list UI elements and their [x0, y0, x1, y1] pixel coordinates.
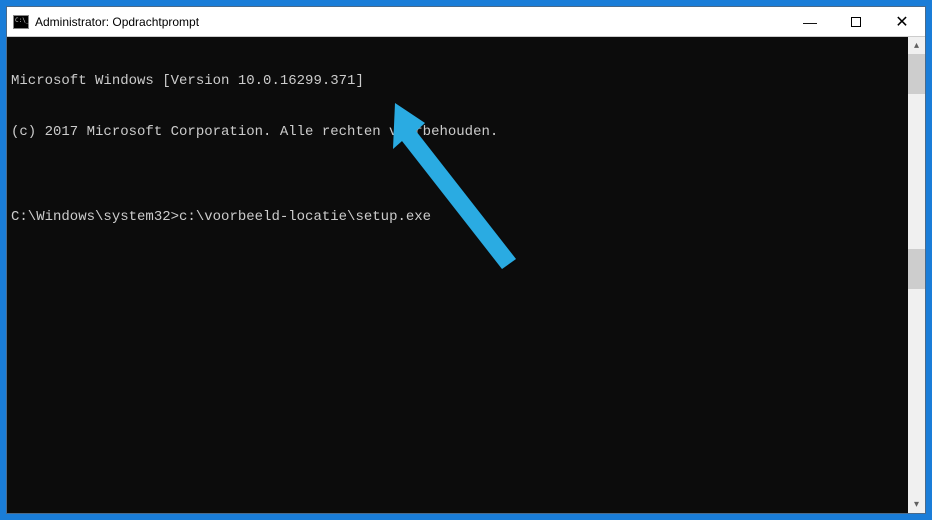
scroll-up-button[interactable]: ▴ — [908, 37, 925, 54]
copyright-line: (c) 2017 Microsoft Corporation. Alle rec… — [11, 124, 904, 141]
cmd-icon — [13, 15, 29, 29]
window-controls: — ✕ — [787, 7, 925, 36]
scrollbar-track[interactable] — [908, 54, 925, 496]
vertical-scrollbar[interactable]: ▴ ▾ — [908, 37, 925, 513]
prompt-path: C:\Windows\system32> — [11, 209, 179, 226]
scrollbar-thumb[interactable] — [908, 54, 925, 94]
console-area: Microsoft Windows [Version 10.0.16299.37… — [7, 37, 925, 513]
maximize-button[interactable] — [833, 7, 879, 36]
minimize-button[interactable]: — — [787, 7, 833, 36]
command-prompt-window: Administrator: Opdrachtprompt — ✕ Micros… — [6, 6, 926, 514]
prompt-line: C:\Windows\system32>c:\voorbeeld-locatie… — [11, 209, 904, 226]
titlebar[interactable]: Administrator: Opdrachtprompt — ✕ — [7, 7, 925, 37]
close-button[interactable]: ✕ — [879, 7, 925, 36]
command-input[interactable]: c:\voorbeeld-locatie\setup.exe — [179, 209, 431, 226]
console-output[interactable]: Microsoft Windows [Version 10.0.16299.37… — [7, 37, 908, 513]
version-line: Microsoft Windows [Version 10.0.16299.37… — [11, 73, 904, 90]
scrollbar-thumb-2[interactable] — [908, 249, 925, 289]
maximize-icon — [851, 17, 861, 27]
scroll-down-button[interactable]: ▾ — [908, 496, 925, 513]
window-title: Administrator: Opdrachtprompt — [35, 15, 787, 29]
